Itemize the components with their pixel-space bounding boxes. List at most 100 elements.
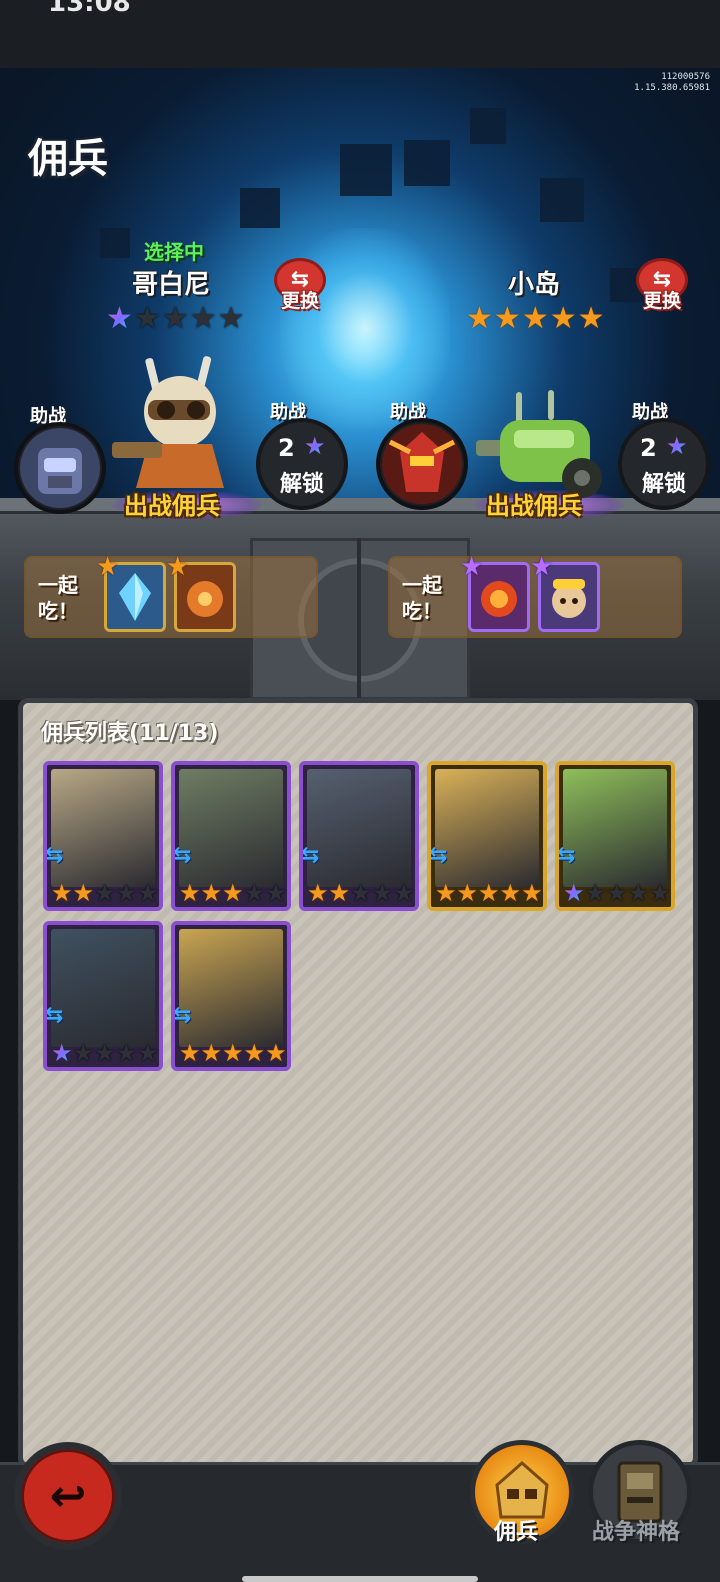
- slot-1-unlock-slot[interactable]: 2 ★ 解锁: [256, 418, 348, 510]
- star-icon: ★: [243, 1039, 266, 1067]
- merc-portrait: [435, 769, 539, 887]
- slot-2-stars: ★ ★ ★ ★ ★: [466, 304, 605, 334]
- unlock-count: 2: [278, 434, 295, 462]
- star-icon: ★: [350, 879, 372, 907]
- tab-mercenary-label: 佣兵: [494, 1520, 539, 1545]
- star-icon: ★: [51, 879, 73, 907]
- swap-arrows-icon: ⇆: [173, 843, 192, 868]
- rainbow-star-icon: ★: [304, 432, 326, 460]
- version-info: 112000576 1.15.380.65981: [634, 72, 710, 94]
- merc-card[interactable]: ⇆ ★ ★ ★ ★ ★: [427, 761, 547, 911]
- star-icon: ★: [137, 1039, 159, 1067]
- slot-2-deploy-label: 出战佣兵: [486, 492, 582, 520]
- star-icon: ★: [72, 1039, 95, 1067]
- bg-cube: [340, 144, 392, 196]
- star-icon: ★: [133, 301, 161, 336]
- slot-2-swap-label: 更换: [642, 290, 681, 312]
- swap-arrows-icon: ⇆: [45, 843, 64, 868]
- merc-portrait: [179, 929, 283, 1047]
- star-icon: ★: [627, 879, 650, 907]
- star-icon: ★: [393, 879, 415, 907]
- merc-stars: ★ ★ ★ ★ ★: [179, 1041, 287, 1065]
- status-time: 13:08: [48, 0, 131, 18]
- merc-stars: ★ ★ ★ ★ ★: [179, 881, 287, 905]
- slot-2-swap-button[interactable]: ⇆ 更换: [634, 258, 690, 320]
- merc-portrait: [51, 929, 155, 1047]
- star-icon: ★: [478, 879, 500, 907]
- slot-2-assist-avatar[interactable]: [376, 418, 468, 510]
- version-build: 112000576: [661, 72, 710, 82]
- star-icon: ★: [265, 879, 287, 907]
- star-icon: ★: [466, 301, 493, 336]
- star-icon: ★: [166, 552, 190, 582]
- star-icon: ★: [530, 552, 554, 582]
- slot-1-deploy-label: 出战佣兵: [124, 492, 220, 520]
- merc-card[interactable]: ⇆ ★ ★ ★ ★ ★: [43, 761, 163, 911]
- star-icon: ★: [179, 879, 201, 907]
- star-icon: ★: [200, 879, 223, 907]
- merc-card[interactable]: ⇆ ★ ★ ★ ★ ★: [43, 921, 163, 1071]
- slot-1-name: 哥白尼: [132, 270, 211, 300]
- merc-portrait: [51, 769, 155, 887]
- star-icon: ★: [106, 301, 133, 336]
- swap-arrows-icon: ⇆: [301, 843, 320, 868]
- star-icon: ★: [115, 1039, 138, 1067]
- star-icon: ★: [435, 879, 457, 907]
- star-icon: ★: [584, 879, 607, 907]
- tab-war-divinity-label: 战争神格: [592, 1520, 681, 1545]
- door-seam: [357, 538, 361, 700]
- star-icon: ★: [307, 879, 329, 907]
- star-icon: ★: [521, 879, 543, 907]
- bg-cube: [404, 140, 450, 186]
- star-icon: ★: [94, 1039, 116, 1067]
- slot-2-unlock-slot[interactable]: 2 ★ 解锁: [618, 418, 710, 510]
- slot-1-swap-label: 更换: [280, 290, 319, 312]
- merc-card[interactable]: ⇆ ★ ★ ★ ★ ★: [171, 921, 291, 1071]
- bg-cube: [240, 188, 280, 228]
- star-icon: ★: [243, 879, 266, 907]
- star-icon: ★: [51, 1039, 73, 1067]
- star-icon: ★: [115, 879, 138, 907]
- star-icon: ★: [200, 1039, 223, 1067]
- star-icon: ★: [94, 879, 116, 907]
- bg-cube: [540, 178, 584, 222]
- slot-1-assist-avatar[interactable]: [14, 422, 106, 514]
- slot-1-swap-button[interactable]: ⇆ 更换: [272, 258, 328, 320]
- star-icon: ★: [563, 879, 585, 907]
- star-icon: ★: [222, 1039, 244, 1067]
- version-number: 1.15.380.65981: [634, 83, 710, 93]
- slot-1-merc-sprite[interactable]: [108, 352, 248, 496]
- star-icon: ★: [217, 301, 245, 336]
- merc-portrait: [563, 769, 667, 887]
- merc-portrait: [179, 769, 283, 887]
- rainbow-star-icon: ★: [666, 432, 688, 460]
- unlock-text: 解锁: [641, 472, 686, 497]
- unlock-count: 2: [640, 434, 657, 462]
- star-icon: ★: [189, 301, 217, 336]
- swap-arrows-icon: ⇆: [173, 1003, 192, 1028]
- merc-stars: ★ ★ ★ ★ ★: [51, 881, 159, 905]
- star-icon: ★: [371, 879, 394, 907]
- merc-card[interactable]: ⇆ ★ ★ ★ ★ ★: [299, 761, 419, 911]
- star-icon: ★: [72, 879, 95, 907]
- merc-card[interactable]: ⇆ ★ ★ ★ ★ ★: [555, 761, 675, 911]
- back-arrow-icon: ↩: [49, 1471, 87, 1522]
- star-icon: ★: [499, 879, 522, 907]
- swap-arrows-icon: ⇆: [557, 843, 576, 868]
- slot-2-eat-label: 一起吃！: [402, 573, 442, 623]
- star-icon: ★: [96, 552, 120, 582]
- slot-1-status: 选择中: [144, 240, 204, 264]
- merc-stars: ★ ★ ★ ★ ★: [51, 1041, 159, 1065]
- status-bar: 13:08: [0, 0, 720, 68]
- slot-1-eat-label: 一起吃！: [38, 573, 78, 623]
- merc-stars: ★ ★ ★ ★ ★: [307, 881, 415, 905]
- back-button[interactable]: ↩: [14, 1442, 122, 1550]
- merc-stars: ★ ★ ★ ★ ★: [435, 881, 543, 905]
- bg-cube: [470, 108, 506, 144]
- star-icon: ★: [137, 879, 159, 907]
- star-icon: ★: [493, 301, 521, 336]
- merc-list-panel: 佣兵列表(11/13) ⇆ ★ ★ ★ ★ ★ ⇆ ★ ★ ★ ★ ★ ⇆ ★ ★ ★ ★ ★ ⇆ ★ ★ ★ ★ ★ ⇆ ★ ★ ★…: [18, 698, 698, 1468]
- star-icon: ★: [456, 879, 479, 907]
- swap-arrows-icon: ⇆: [429, 843, 448, 868]
- merc-card[interactable]: ⇆ ★ ★ ★ ★ ★: [171, 761, 291, 911]
